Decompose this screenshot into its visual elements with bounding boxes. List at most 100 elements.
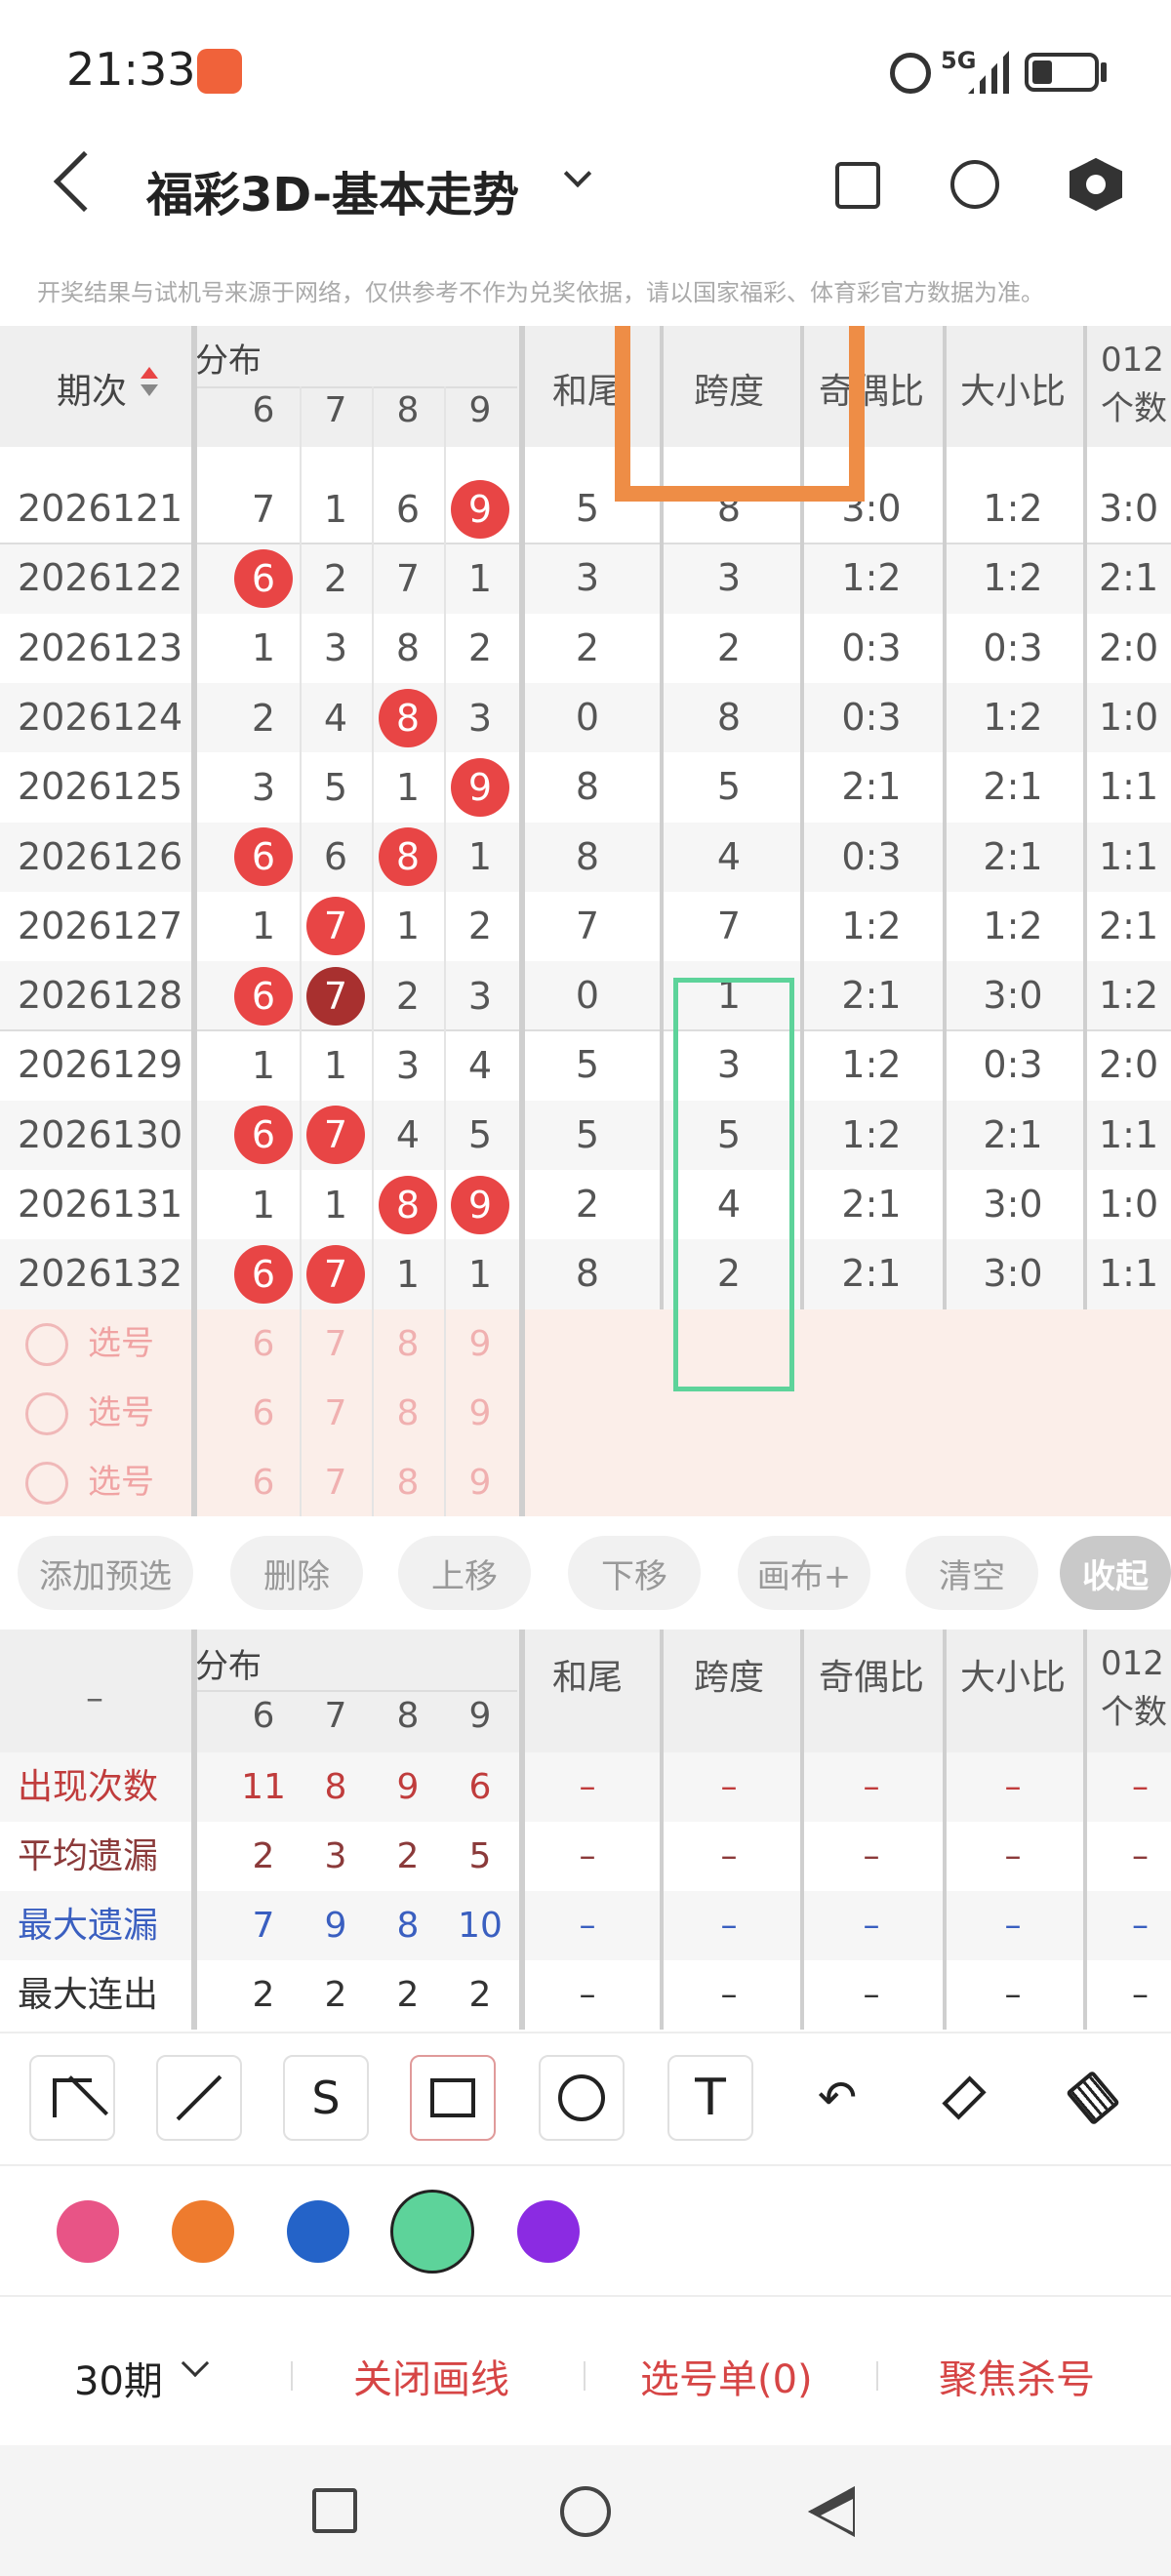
digit-cell[interactable]: 7 (227, 474, 300, 543)
select-digit[interactable]: 9 (444, 1309, 516, 1379)
select-digit[interactable]: 9 (444, 1448, 516, 1516)
home-nav-icon[interactable] (560, 2486, 611, 2537)
digit-cell[interactable]: 3 (444, 683, 516, 752)
digit-cell[interactable]: 5 (444, 1101, 516, 1170)
digit-cell[interactable]: 3 (227, 752, 300, 822)
select-digit[interactable]: 8 (372, 1448, 444, 1516)
select-digit[interactable]: 7 (300, 1309, 372, 1379)
digit-cell[interactable]: 1 (444, 823, 516, 892)
digit-cell[interactable]: 2 (227, 683, 300, 752)
select-digit[interactable]: 7 (300, 1448, 372, 1516)
color-swatch[interactable] (57, 2200, 119, 2263)
digit-cell[interactable]: 4 (372, 1101, 444, 1170)
action-move-up-button[interactable]: 上移 (398, 1536, 531, 1610)
select-digit[interactable]: 8 (372, 1379, 444, 1448)
digit-cell[interactable]: 1 (444, 543, 516, 613)
recents-nav-icon[interactable] (312, 2488, 357, 2533)
color-swatch-selected[interactable] (390, 2190, 474, 2274)
digit-cell[interactable]: 4 (300, 683, 372, 752)
digit-cell[interactable]: 6 (227, 1101, 300, 1170)
sort-asc-icon[interactable] (141, 367, 158, 379)
action-delete-button[interactable]: 删除 (230, 1536, 363, 1610)
close-draw-button[interactable]: 关闭画线 (353, 2348, 509, 2404)
digit-cell[interactable]: 1 (372, 752, 444, 822)
settings-icon[interactable] (1070, 158, 1122, 211)
digit-cell[interactable]: 1 (300, 1170, 372, 1239)
digit-cell[interactable]: 3 (300, 614, 372, 683)
eraser-icon[interactable] (921, 2055, 1007, 2141)
sort-desc-icon[interactable] (141, 384, 158, 396)
select-radio[interactable] (25, 1462, 68, 1506)
digit-cell[interactable]: 1 (227, 614, 300, 683)
digit-cell[interactable]: 1 (227, 1030, 300, 1100)
digit-cell[interactable]: 1 (227, 892, 300, 961)
digit-cell[interactable]: 1 (300, 1030, 372, 1100)
digit-cell[interactable]: 9 (444, 752, 516, 822)
arrow-tool-icon[interactable] (29, 2055, 115, 2141)
portrait-mode-icon[interactable] (835, 162, 880, 209)
digit-cell[interactable]: 1 (372, 1239, 444, 1308)
curve-tool-icon[interactable]: S (283, 2055, 369, 2141)
digit-cell[interactable]: 2 (444, 614, 516, 683)
title-dropdown-icon[interactable] (563, 159, 592, 188)
digit-cell[interactable]: 6 (227, 1239, 300, 1308)
digit-cell[interactable]: 4 (444, 1030, 516, 1100)
digit-cell[interactable]: 6 (300, 823, 372, 892)
select-digit[interactable]: 6 (227, 1448, 300, 1516)
focus-kill-button[interactable]: 聚焦杀号 (939, 2348, 1095, 2404)
digit-cell[interactable]: 1 (227, 1170, 300, 1239)
digit-cell[interactable]: 3 (444, 961, 516, 1030)
digit-cell[interactable]: 6 (227, 823, 300, 892)
circle-tool-icon[interactable] (539, 2055, 625, 2141)
digit-cell[interactable]: 7 (372, 543, 444, 613)
rectangle-tool-icon[interactable] (410, 2055, 496, 2141)
digit-cell[interactable]: 6 (227, 961, 300, 1030)
digit-cell[interactable]: 7 (300, 1101, 372, 1170)
select-digit[interactable]: 7 (300, 1379, 372, 1448)
action-add-preselect-button[interactable]: 添加预选 (18, 1536, 193, 1610)
action-collapse-button[interactable]: 收起 (1060, 1536, 1171, 1610)
digit-cell[interactable]: 2 (444, 892, 516, 961)
select-digit[interactable]: 8 (372, 1309, 444, 1379)
digit-cell[interactable]: 9 (444, 1170, 516, 1239)
select-label[interactable]: 选号 (88, 1448, 154, 1516)
period-select[interactable]: 30期 (74, 2350, 163, 2406)
digit-cell[interactable]: 7 (300, 961, 372, 1030)
select-digit[interactable]: 6 (227, 1309, 300, 1379)
undo-icon[interactable]: ↶ (794, 2055, 880, 2141)
color-swatch[interactable] (517, 2200, 580, 2263)
digit-cell[interactable]: 7 (300, 892, 372, 961)
action-canvas-plus-button[interactable]: 画布+ (738, 1536, 870, 1610)
digit-cell[interactable]: 3 (372, 1030, 444, 1100)
line-tool-icon[interactable] (156, 2055, 242, 2141)
digit-cell[interactable]: 8 (372, 614, 444, 683)
action-clear-button[interactable]: 清空 (906, 1536, 1038, 1610)
digit-cell[interactable]: 5 (300, 752, 372, 822)
select-digit[interactable]: 9 (444, 1379, 516, 1448)
digit-cell[interactable]: 1 (444, 1239, 516, 1308)
back-icon[interactable] (53, 150, 115, 213)
digit-cell[interactable]: 2 (372, 961, 444, 1030)
select-digit[interactable]: 6 (227, 1379, 300, 1448)
select-label[interactable]: 选号 (88, 1379, 154, 1448)
digit-cell[interactable]: 9 (444, 474, 516, 543)
share-icon[interactable] (950, 160, 999, 209)
select-radio[interactable] (25, 1391, 68, 1435)
color-swatch[interactable] (287, 2200, 349, 2263)
action-move-down-button[interactable]: 下移 (568, 1536, 701, 1610)
back-nav-icon[interactable] (808, 2486, 855, 2537)
period-chevron-icon[interactable] (181, 2349, 210, 2378)
select-label[interactable]: 选号 (88, 1309, 154, 1379)
digit-cell[interactable]: 2 (300, 543, 372, 613)
color-swatch[interactable] (172, 2200, 234, 2263)
digit-cell[interactable]: 1 (372, 892, 444, 961)
digit-cell[interactable]: 8 (372, 1170, 444, 1239)
digit-cell[interactable]: 6 (372, 474, 444, 543)
digit-cell[interactable]: 8 (372, 823, 444, 892)
clear-brush-icon[interactable] (1050, 2055, 1136, 2141)
select-list-button[interactable]: 选号单(0) (640, 2348, 813, 2404)
text-tool-icon[interactable]: T (667, 2055, 753, 2141)
select-radio[interactable] (25, 1322, 68, 1366)
digit-cell[interactable]: 6 (227, 543, 300, 613)
digit-cell[interactable]: 1 (300, 474, 372, 543)
